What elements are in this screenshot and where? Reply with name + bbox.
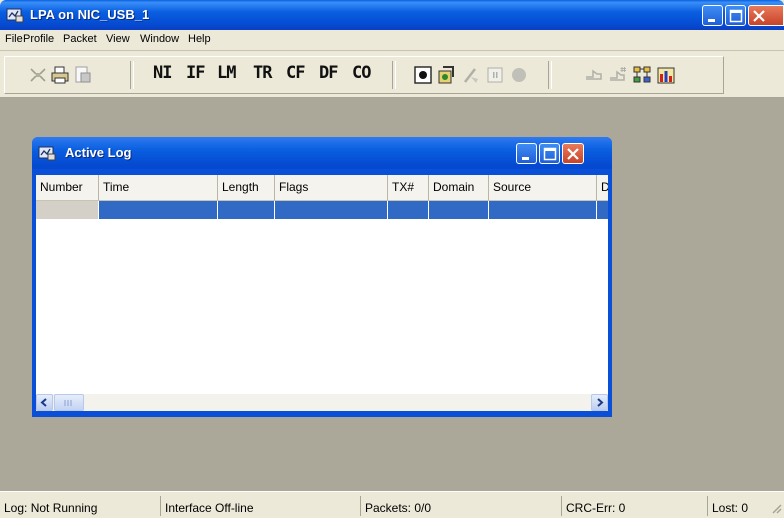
stop-icon[interactable]	[509, 65, 529, 85]
packet-log-list[interactable]: Number Time Length Flags TX# Domain Sour…	[36, 175, 608, 411]
menu-view[interactable]: View	[106, 33, 130, 45]
main-title-bar[interactable]: LPA on NIC_USB_1	[0, 0, 784, 30]
column-domain[interactable]: Domain	[429, 175, 489, 200]
print-preview-icon[interactable]	[72, 65, 92, 85]
window-title: LPA on NIC_USB_1	[30, 7, 150, 22]
menu-bar: File Profile Packet View Window Help	[0, 30, 784, 51]
print-icon[interactable]	[50, 65, 70, 85]
menu-file[interactable]: File	[5, 33, 23, 45]
status-interface: Interface Off-line	[160, 496, 350, 516]
child-maximize-button[interactable]	[539, 143, 560, 164]
chevron-left-icon	[40, 398, 47, 407]
pause-icon[interactable]	[485, 65, 505, 85]
child-minimize-button[interactable]	[516, 143, 537, 164]
resize-grip-icon[interactable]	[770, 502, 782, 514]
if-button[interactable]: IF	[186, 63, 206, 83]
menu-packet[interactable]: Packet	[63, 33, 97, 45]
status-packets: Packets: 0/0	[360, 496, 550, 516]
clear-icon[interactable]	[461, 65, 481, 85]
capture-settings-icon[interactable]	[437, 65, 457, 85]
column-length[interactable]: Length	[218, 175, 275, 200]
list-header: Number Time Length Flags TX# Domain Sour…	[36, 175, 608, 201]
ni-button[interactable]: NI	[153, 63, 173, 83]
maximize-icon	[729, 9, 743, 23]
menu-profile[interactable]: Profile	[23, 33, 54, 45]
cf-button[interactable]: CF	[286, 63, 306, 83]
log-window-icon	[38, 146, 56, 161]
menu-window[interactable]: Window	[140, 33, 179, 45]
column-source[interactable]: Source	[489, 175, 597, 200]
minimize-button[interactable]	[702, 5, 723, 26]
scroll-left-button[interactable]	[36, 394, 53, 411]
status-bar: Log: Not Running Interface Off-line Pack…	[0, 491, 784, 518]
status-crc-errors: CRC-Err: 0	[561, 496, 699, 516]
tr-button[interactable]: TR	[253, 63, 273, 83]
scroll-right-button[interactable]	[591, 394, 608, 411]
close-icon	[753, 10, 765, 22]
table-row[interactable]	[36, 201, 608, 219]
filter-icon[interactable]	[584, 65, 604, 85]
row-cell	[388, 201, 429, 219]
network-icon[interactable]	[28, 65, 48, 85]
row-cell	[489, 201, 597, 219]
scroll-thumb[interactable]	[54, 394, 84, 411]
toolbar-separator	[548, 61, 552, 89]
minimize-icon	[522, 157, 529, 160]
child-close-button[interactable]	[562, 143, 584, 164]
record-icon[interactable]	[413, 65, 433, 85]
chevron-right-icon	[597, 398, 604, 407]
co-button[interactable]: CO	[352, 63, 372, 83]
column-tx[interactable]: TX#	[388, 175, 429, 200]
maximize-icon	[543, 147, 557, 161]
active-log-title-bar[interactable]: Active Log	[32, 137, 612, 169]
toolbar-separator	[130, 61, 134, 89]
filter-set-icon[interactable]	[608, 65, 628, 85]
lm-button[interactable]: LM	[217, 63, 237, 83]
row-cell	[429, 201, 489, 219]
minimize-icon	[708, 19, 715, 22]
df-button[interactable]: DF	[319, 63, 339, 83]
statistics-icon[interactable]	[656, 65, 676, 85]
maximize-button[interactable]	[725, 5, 746, 26]
grip-icon	[64, 400, 72, 406]
toolbar-separator	[392, 61, 396, 89]
app-icon	[6, 8, 24, 23]
active-log-title: Active Log	[65, 145, 132, 160]
menu-help[interactable]: Help	[188, 33, 211, 45]
row-cell	[36, 201, 99, 219]
network-map-icon[interactable]	[632, 65, 652, 85]
status-log: Log: Not Running	[4, 501, 98, 515]
toolbar: NI IF LM TR CF DF CO	[0, 51, 784, 98]
horizontal-scrollbar[interactable]	[36, 394, 608, 411]
row-cell	[275, 201, 388, 219]
active-log-window[interactable]: Active Log Number Time Length Flags TX# …	[32, 137, 612, 417]
row-cell	[99, 201, 218, 219]
close-button[interactable]	[748, 5, 784, 26]
close-icon	[567, 148, 579, 160]
row-cell	[218, 201, 275, 219]
column-time[interactable]: Time	[99, 175, 218, 200]
column-destination[interactable]: D	[597, 175, 608, 200]
status-lost: Lost: 0	[707, 496, 767, 516]
column-flags[interactable]: Flags	[275, 175, 388, 200]
column-number[interactable]: Number	[36, 175, 99, 200]
